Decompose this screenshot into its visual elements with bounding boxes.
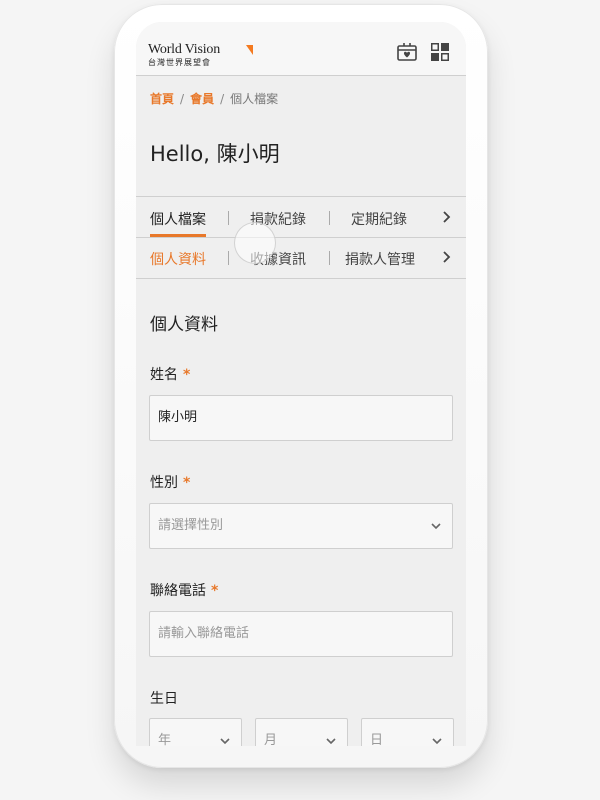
chevron-down-icon — [432, 738, 442, 745]
app-screen: World Vision 台灣世界展望會 首頁 / 會員 / 個人檔案 Hell… — [136, 22, 466, 746]
name-input[interactable]: 陳小明 — [149, 395, 453, 441]
gender-label: 性別 * — [150, 472, 190, 492]
phone-input[interactable]: 請輸入聯絡電話 — [149, 611, 453, 657]
tab-divider — [228, 211, 229, 225]
required-mark: * — [211, 583, 219, 599]
tab-divider — [228, 251, 229, 265]
chevron-down-icon — [220, 738, 230, 745]
logo-text-zh: 台灣世界展望會 — [148, 58, 211, 67]
gift-heart-icon[interactable] — [396, 41, 418, 63]
touch-indicator — [234, 222, 276, 264]
tab-donor-management[interactable]: 捐款人管理 — [345, 249, 415, 269]
birthday-month-select[interactable]: 月 — [255, 718, 348, 746]
primary-tabs: 個人檔案 捐款紀錄 定期紀錄 — [136, 196, 466, 238]
gender-label-text: 性別 — [150, 475, 178, 491]
name-label: 姓名 * — [150, 364, 190, 384]
logo-text-en: World Vision — [148, 42, 220, 57]
tab-divider — [329, 251, 330, 265]
required-mark: * — [183, 367, 191, 383]
breadcrumb-separator: / — [220, 92, 225, 106]
breadcrumb-member-link[interactable]: 會員 — [190, 92, 214, 106]
birthday-day-select[interactable]: 日 — [361, 718, 454, 746]
secondary-tabs: 個人資料 收據資訊 捐款人管理 — [136, 237, 466, 279]
tab-recurring-records[interactable]: 定期紀錄 — [351, 209, 407, 229]
gender-select-placeholder: 請選擇性別 — [158, 518, 224, 533]
menu-grid-icon[interactable] — [429, 41, 451, 63]
world-vision-logo[interactable]: World Vision 台灣世界展望會 — [148, 42, 253, 68]
page-greeting: Hello, 陳小明 — [150, 142, 280, 166]
chevron-down-icon — [326, 738, 336, 745]
gender-select[interactable]: 請選擇性別 — [149, 503, 453, 549]
chevron-down-icon — [431, 523, 441, 530]
phone-label: 聯絡電話 * — [150, 580, 218, 600]
breadcrumb: 首頁 / 會員 / 個人檔案 — [150, 90, 278, 107]
breadcrumb-current: 個人檔案 — [230, 92, 279, 106]
birthday-month-placeholder: 月 — [264, 733, 278, 746]
birthday-label: 生日 — [150, 691, 178, 707]
tab-divider — [329, 211, 330, 225]
birthday-day-placeholder: 日 — [370, 733, 384, 746]
tab-personal-info[interactable]: 個人資料 — [150, 249, 206, 269]
breadcrumb-home-link[interactable]: 首頁 — [150, 92, 174, 106]
birthday-year-placeholder: 年 — [158, 733, 172, 746]
chevron-right-icon[interactable] — [442, 210, 452, 224]
required-mark: * — [183, 475, 191, 491]
birthday-year-select[interactable]: 年 — [149, 718, 242, 746]
chevron-right-icon[interactable] — [442, 250, 452, 264]
logo-flag-icon — [246, 45, 253, 55]
breadcrumb-separator: / — [180, 92, 185, 106]
form-section-title: 個人資料 — [150, 315, 218, 335]
top-bar: World Vision 台灣世界展望會 — [136, 22, 466, 76]
name-label-text: 姓名 — [150, 367, 178, 383]
phone-label-text: 聯絡電話 — [150, 583, 206, 599]
tab-profile[interactable]: 個人檔案 — [150, 209, 206, 237]
